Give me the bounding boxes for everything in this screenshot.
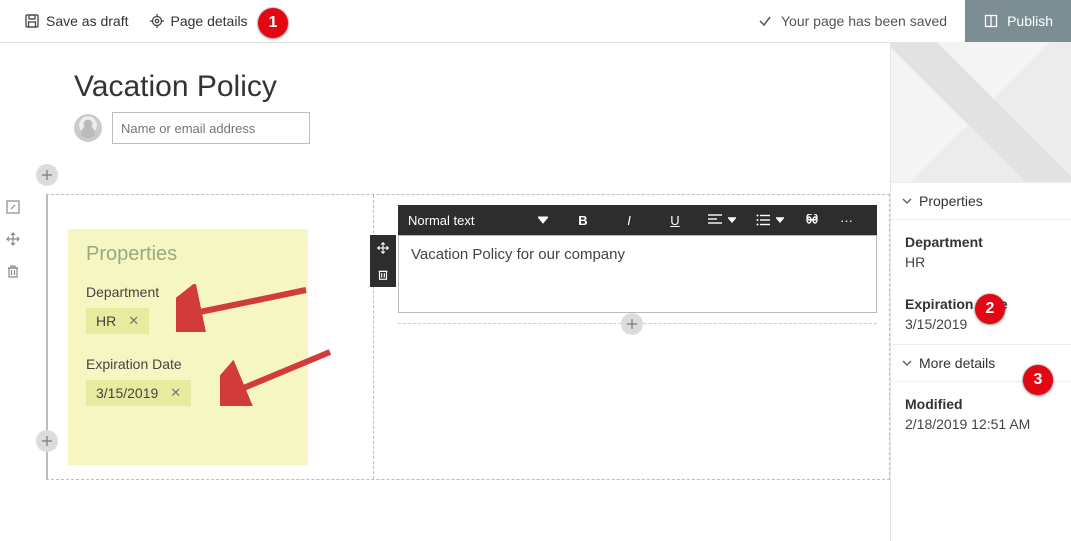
move-icon (376, 241, 390, 255)
list-dropdown[interactable] (746, 205, 794, 235)
plus-icon (626, 318, 638, 330)
top-command-bar: Save as draft Page details Your page has… (0, 0, 1071, 43)
more-details-section-header[interactable]: More details (891, 345, 1071, 382)
chevron-down-icon (901, 195, 913, 207)
link-icon (804, 214, 820, 226)
chevron-down-icon (901, 357, 913, 369)
trash-icon (376, 267, 390, 281)
side-department-value: HR (905, 254, 1057, 270)
edit-icon (5, 199, 21, 215)
link-button[interactable] (794, 205, 830, 235)
edit-section-button[interactable] (3, 197, 23, 217)
department-value: HR (96, 313, 116, 329)
expiration-clear[interactable]: ✕ (170, 385, 181, 401)
side-department: Department HR (891, 220, 1071, 270)
publish-icon (983, 13, 999, 29)
webpart-handle-rail (370, 235, 396, 287)
gear-icon (149, 13, 165, 29)
chevron-down-icon (538, 215, 548, 225)
text-webpart-body[interactable]: Vacation Policy for our company (398, 235, 877, 313)
section-zone: Properties Department HR ✕ Expiration Da… (46, 194, 890, 480)
save-as-draft-button[interactable]: Save as draft (14, 0, 139, 42)
properties-section-header[interactable]: Properties (891, 183, 1071, 220)
page-details-button[interactable]: Page details (139, 0, 258, 42)
save-as-draft-label: Save as draft (46, 13, 129, 29)
paragraph-style-label: Normal text (408, 213, 474, 228)
bold-button[interactable]: B (560, 205, 606, 235)
underline-button[interactable]: U (652, 205, 698, 235)
people-picker-input[interactable] (112, 112, 310, 144)
page-thumbnail (891, 42, 1071, 183)
move-icon (5, 231, 21, 247)
plus-icon (41, 169, 53, 181)
publish-label: Publish (1007, 13, 1053, 29)
align-left-icon (708, 214, 722, 226)
add-webpart-button[interactable] (621, 313, 643, 335)
chevron-down-icon (776, 216, 784, 224)
add-section-button-bottom[interactable] (36, 430, 58, 452)
side-modified-label: Modified (905, 396, 1057, 412)
department-label: Department (86, 284, 290, 300)
page-details-label: Page details (171, 13, 248, 29)
side-expiration-label: Expiration Date (905, 296, 1057, 312)
expiration-value: 3/15/2019 (96, 385, 158, 401)
add-section-button-top[interactable] (36, 164, 58, 186)
expiration-label: Expiration Date (86, 356, 290, 372)
webpart-delete-handle[interactable] (370, 261, 396, 287)
side-expiration-value: 3/15/2019 (905, 316, 1057, 332)
toolbar-more-button[interactable]: ··· (830, 205, 863, 235)
side-modified: Modified 2/18/2019 12:51 AM (891, 382, 1071, 432)
move-section-button[interactable] (3, 229, 23, 249)
webpart-move-handle[interactable] (370, 235, 396, 261)
side-modified-value: 2/18/2019 12:51 AM (905, 416, 1057, 432)
delete-section-button[interactable] (3, 261, 23, 281)
page-details-pane: Properties Department HR Expiration Date… (890, 42, 1071, 541)
save-icon (24, 13, 40, 29)
align-dropdown[interactable] (698, 205, 746, 235)
more-details-section-label: More details (919, 355, 995, 371)
properties-title: Properties (86, 243, 290, 266)
publish-button[interactable]: Publish (965, 0, 1071, 42)
properties-section-label: Properties (919, 193, 983, 209)
side-department-label: Department (905, 234, 1057, 250)
trash-icon (5, 263, 21, 279)
check-icon (757, 13, 773, 29)
department-clear[interactable]: ✕ (128, 313, 139, 329)
page-saved-message: Your page has been saved (781, 13, 947, 29)
italic-button[interactable]: I (606, 205, 652, 235)
page-properties-webpart[interactable]: Properties Department HR ✕ Expiration Da… (68, 229, 308, 465)
canvas-tool-rail (2, 197, 24, 281)
plus-icon (41, 435, 53, 447)
page-canvas: Vacation Policy Properties Department HR… (0, 42, 890, 541)
page-saved-status: Your page has been saved (757, 13, 965, 29)
bullet-list-icon (756, 214, 770, 226)
avatar (74, 114, 102, 142)
department-chip[interactable]: HR ✕ (86, 308, 149, 334)
chevron-down-icon (728, 216, 736, 224)
page-author-row (74, 112, 890, 144)
expiration-chip[interactable]: 3/15/2019 ✕ (86, 380, 191, 406)
page-title[interactable]: Vacation Policy (74, 70, 890, 104)
text-format-toolbar: Normal text B I U ··· (398, 205, 877, 235)
side-expiration: Expiration Date 3/15/2019 (891, 282, 1071, 332)
paragraph-style-dropdown[interactable]: Normal text (398, 205, 560, 235)
